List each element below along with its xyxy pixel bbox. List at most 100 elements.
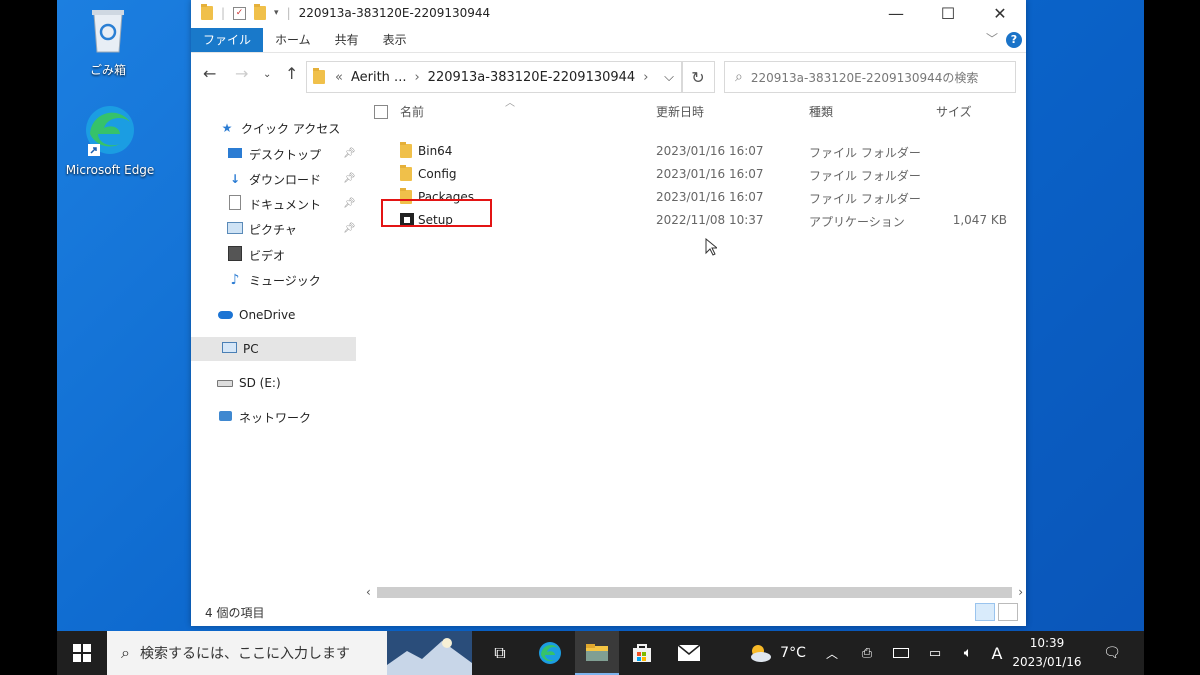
column-header-type[interactable]: 種類	[809, 103, 833, 120]
breadcrumb-segment[interactable]: 220913a-383120E-2209130944	[428, 70, 636, 85]
close-button[interactable]: ✕	[974, 0, 1026, 26]
video-icon	[227, 246, 243, 264]
search-input[interactable]: ⌕ 220913a-383120E-2209130944の検索	[724, 61, 1016, 93]
clock-date: 2023/01/16	[1012, 655, 1082, 669]
properties-icon[interactable]: ✓	[233, 6, 247, 20]
scrollbar-thumb[interactable]	[377, 587, 1012, 598]
expand-ribbon-icon[interactable]: ﹀	[986, 30, 998, 47]
input-method-indicator[interactable]: A	[987, 631, 1007, 675]
select-all-checkbox[interactable]	[374, 105, 388, 119]
customize-toolbar-icon[interactable]: ▾	[274, 8, 279, 18]
pictures-icon	[227, 221, 243, 237]
refresh-button[interactable]: ↻	[681, 61, 715, 93]
mail-taskbar-icon[interactable]	[667, 631, 711, 675]
nav-item-pictures[interactable]: ピクチャ	[227, 218, 297, 240]
separator: |	[286, 6, 291, 20]
file-date: 2023/01/16 16:07	[656, 190, 764, 204]
refresh-icon: ↻	[691, 67, 705, 87]
search-icon: ⌕	[121, 643, 130, 662]
file-explorer-taskbar-icon[interactable]	[575, 631, 619, 675]
mouse-cursor-icon	[705, 238, 717, 256]
download-icon: ↓	[229, 172, 241, 186]
nav-label: SD (E:)	[239, 376, 281, 390]
file-date: 2023/01/16 16:07	[656, 144, 764, 158]
nav-label: ビデオ	[249, 248, 286, 263]
weather-temperature[interactable]: 7°C	[775, 631, 811, 675]
desktop-icon-edge[interactable]: Microsoft Edge	[60, 104, 160, 177]
column-header-size[interactable]: サイズ	[936, 103, 972, 120]
scroll-left-icon[interactable]: ‹	[366, 585, 371, 599]
edge-taskbar-icon[interactable]	[529, 631, 571, 675]
clock-time: 10:39	[1029, 636, 1065, 650]
help-icon[interactable]: ?	[1006, 32, 1022, 48]
desktop-icon-label: Microsoft Edge	[65, 163, 155, 177]
large-icons-view-icon[interactable]	[998, 603, 1018, 621]
desktop-icon-recycle-bin[interactable]: ごみ箱	[58, 6, 158, 78]
tab-share[interactable]: 共有	[323, 28, 371, 52]
nav-item-network[interactable]: ネットワーク	[217, 406, 311, 428]
back-icon[interactable]: ←	[203, 64, 216, 83]
horizontal-scrollbar[interactable]: ‹ ›	[363, 583, 1026, 601]
title-bar: | ✓ ▾ | 220913a-383120E-2209130944 — ☐ ✕	[191, 0, 1026, 26]
forward-icon[interactable]: →	[235, 64, 248, 83]
nav-item-videos[interactable]: ビデオ	[227, 244, 285, 266]
task-view-icon[interactable]: ⧉	[482, 631, 518, 675]
tab-view[interactable]: 表示	[371, 28, 419, 52]
breadcrumb-segment[interactable]: Aerith ...	[351, 70, 407, 85]
chevron-right-icon[interactable]: ›	[643, 70, 648, 85]
details-view-icon[interactable]	[975, 603, 995, 621]
annotation-highlight-box	[381, 199, 492, 227]
tab-file[interactable]: ファイル	[191, 28, 264, 52]
up-icon[interactable]: ↑	[285, 64, 298, 83]
recent-locations-icon[interactable]: ⌄	[263, 69, 271, 80]
windows-logo-icon	[73, 644, 91, 662]
file-date: 2022/11/08 10:37	[656, 213, 764, 227]
weather-icon[interactable]	[742, 631, 776, 675]
separator: |	[221, 6, 226, 20]
file-type: アプリケーション	[809, 215, 905, 229]
taskbar-search-placeholder: 検索するには、ここに入力します	[139, 646, 350, 662]
column-header-date[interactable]: 更新日時	[656, 103, 704, 120]
volume-icon[interactable]: 🔈︎	[956, 631, 980, 675]
window-title: 220913a-383120E-2209130944	[298, 6, 491, 20]
nav-item-downloads[interactable]: ↓ ダウンロード	[227, 168, 321, 190]
search-placeholder: 220913a-383120E-2209130944の検索	[750, 70, 979, 85]
taskbar-search-box[interactable]: ⌕ 検索するには、ここに入力します	[107, 631, 472, 675]
nav-item-music[interactable]: ♪ ミュージック	[227, 269, 321, 291]
quick-access-toolbar: | ✓ ▾ | 220913a-383120E-2209130944	[191, 4, 491, 20]
column-header-name[interactable]: 名前	[400, 103, 424, 120]
nav-item-desktop[interactable]: デスクトップ	[227, 143, 321, 165]
notification-center-icon[interactable]: 🗨︎	[1097, 631, 1127, 675]
system-clock[interactable]: 10:39 2023/01/16	[1012, 634, 1082, 672]
minimize-button[interactable]: —	[870, 0, 922, 26]
battery-icon[interactable]	[889, 631, 913, 675]
new-folder-icon[interactable]	[254, 4, 267, 20]
nav-quick-access[interactable]: ★ クイック アクセス	[219, 117, 341, 139]
chevron-up-icon[interactable]: ︿	[822, 631, 842, 675]
meet-now-icon[interactable]: ⎙	[855, 631, 879, 675]
file-row-config[interactable]: Config 2023/01/16 16:07 ファイル フォルダー	[363, 163, 1026, 185]
tab-home[interactable]: ホーム	[263, 28, 323, 52]
chevron-down-icon[interactable]: ⌵	[664, 70, 674, 85]
address-overflow[interactable]: «	[335, 70, 343, 85]
file-row-bin64[interactable]: Bin64 2023/01/16 16:07 ファイル フォルダー	[363, 140, 1026, 162]
music-icon: ♪	[230, 272, 240, 288]
ribbon-tabs: ファイル ホーム 共有 表示 ﹀ ?	[191, 28, 1026, 53]
address-bar[interactable]: « Aerith ... › 220913a-383120E-220913094…	[306, 61, 683, 93]
file-explorer-window: | ✓ ▾ | 220913a-383120E-2209130944 — ☐ ✕…	[191, 0, 1026, 626]
drive-icon	[217, 376, 233, 390]
recycle-bin-icon	[58, 6, 158, 57]
nav-item-onedrive[interactable]: OneDrive	[217, 304, 295, 326]
start-button[interactable]	[57, 631, 107, 675]
scroll-right-icon[interactable]: ›	[1018, 585, 1023, 599]
network-status-icon[interactable]: ▭	[923, 631, 947, 675]
nav-item-documents[interactable]: ドキュメント	[227, 193, 321, 215]
nav-item-pc[interactable]: PC	[221, 338, 259, 360]
nav-item-sd-drive[interactable]: SD (E:)	[217, 372, 281, 394]
maximize-button[interactable]: ☐	[922, 0, 974, 26]
store-taskbar-icon[interactable]	[620, 631, 664, 675]
pin-icon: 📌︎	[343, 173, 356, 184]
folder-icon	[313, 68, 325, 84]
chevron-right-icon[interactable]: ›	[414, 70, 419, 85]
folder-icon	[400, 142, 412, 158]
